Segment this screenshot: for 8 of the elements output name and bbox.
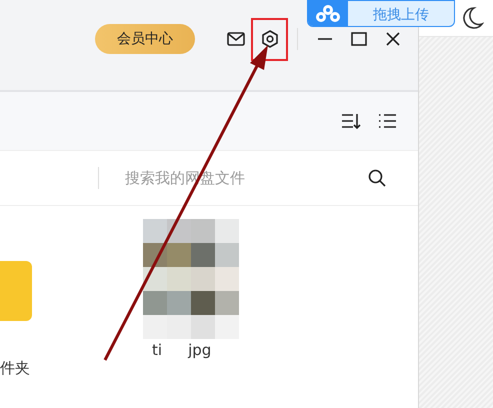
- member-center-button[interactable]: 会员中心: [95, 24, 195, 54]
- file-name: 件夹: [0, 359, 30, 378]
- settings-icon[interactable]: [259, 28, 281, 50]
- search-icon[interactable]: [366, 167, 388, 189]
- moon-icon[interactable]: [460, 5, 484, 31]
- cloud-logo-icon: [315, 4, 341, 24]
- file-name: ti: [152, 341, 162, 359]
- file-name: jpg: [188, 341, 212, 359]
